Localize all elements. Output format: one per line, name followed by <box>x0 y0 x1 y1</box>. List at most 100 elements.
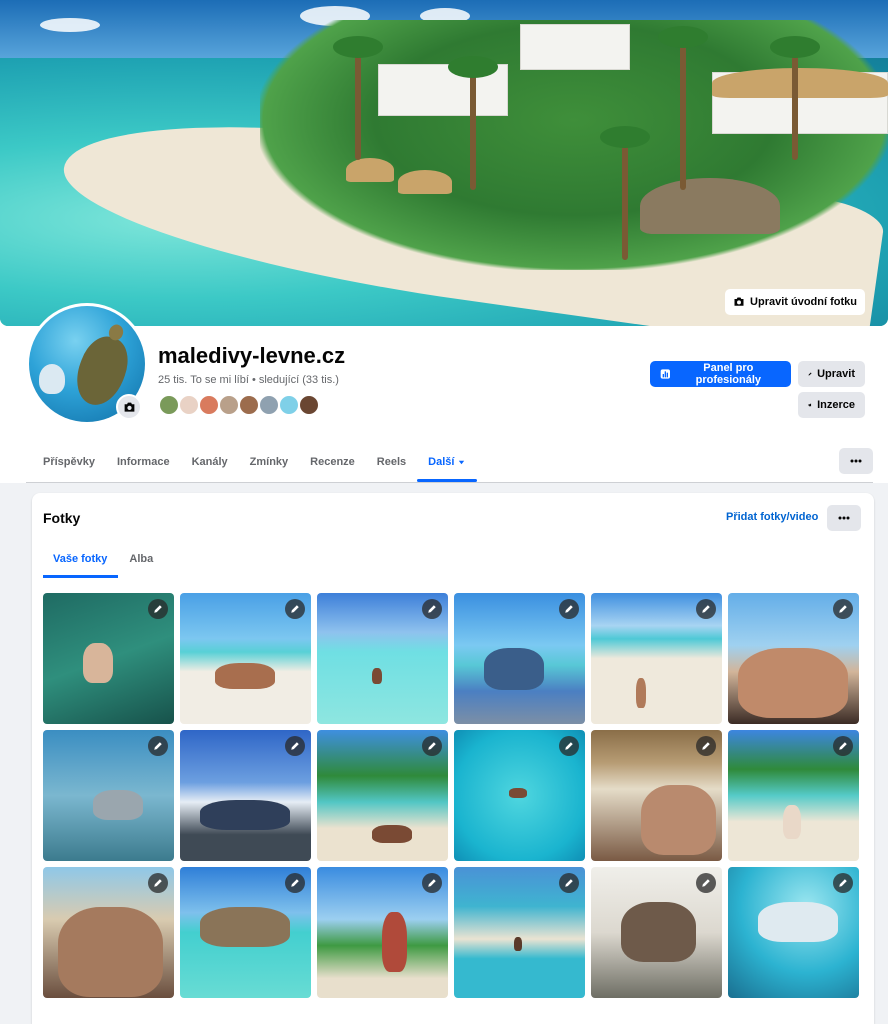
cover-hut <box>346 158 394 182</box>
cover-roof <box>712 68 888 98</box>
cloud <box>40 18 100 32</box>
tab-more[interactable]: Další <box>417 442 478 482</box>
more-dots-icon <box>838 516 850 520</box>
tab-about[interactable]: Informace <box>106 442 181 482</box>
friend-avatar[interactable] <box>298 394 320 416</box>
friend-avatars[interactable] <box>158 394 320 416</box>
edit-photo-button[interactable] <box>148 599 168 619</box>
cover-photo[interactable]: Upravit úvodní fotku <box>0 0 888 326</box>
edit-cover-label: Upravit úvodní fotku <box>750 296 857 308</box>
friend-avatar[interactable] <box>178 394 200 416</box>
photo-tile[interactable] <box>43 867 174 998</box>
photo-subject <box>509 788 527 798</box>
tab-label: Informace <box>116 456 170 468</box>
edit-photo-button[interactable] <box>833 873 853 893</box>
tab-label: Zmínky <box>249 456 289 468</box>
edit-photo-button[interactable] <box>559 736 579 756</box>
edit-photo-button[interactable] <box>559 873 579 893</box>
photo-subject <box>372 825 412 843</box>
photo-subject <box>738 648 848 718</box>
professional-dashboard-button[interactable]: Panel pro profesionály <box>650 361 791 387</box>
friend-avatar[interactable] <box>158 394 180 416</box>
edit-photo-button[interactable] <box>148 736 168 756</box>
tab-mentions[interactable]: Zmínky <box>239 442 300 482</box>
add-photos-link[interactable]: Přidat fotky/video <box>726 511 818 523</box>
photo-subject <box>636 678 646 708</box>
tab-your-photos[interactable]: Vaše fotky <box>43 540 119 578</box>
edit-photo-button[interactable] <box>285 736 305 756</box>
friend-avatar[interactable] <box>278 394 300 416</box>
tab-label: Reels <box>376 456 407 468</box>
edit-cover-button[interactable]: Upravit úvodní fotku <box>725 289 865 315</box>
photos-title[interactable]: Fotky <box>43 510 80 526</box>
edit-photo-button[interactable] <box>285 599 305 619</box>
page-stats[interactable]: 25 tis. To se mi líbí • sledující (33 ti… <box>158 374 339 386</box>
photo-tile[interactable] <box>180 867 311 998</box>
tab-label: Recenze <box>310 456 355 468</box>
photo-tile[interactable] <box>454 730 585 861</box>
photo-tile[interactable] <box>180 593 311 724</box>
photo-subject <box>200 907 290 947</box>
edit-page-button[interactable]: Upravit <box>798 361 865 387</box>
pencil-icon <box>839 742 847 750</box>
friend-avatar[interactable] <box>238 394 260 416</box>
edit-photo-button[interactable] <box>696 599 716 619</box>
caret-down-icon <box>459 460 465 464</box>
pencil-icon <box>565 879 573 887</box>
edit-photo-button[interactable] <box>422 736 442 756</box>
photo-tile[interactable] <box>180 730 311 861</box>
page-title[interactable]: maledivy-levne.cz <box>158 343 345 369</box>
tab-albums[interactable]: Alba <box>118 540 164 578</box>
tabs-more-options-button[interactable] <box>839 448 873 474</box>
professional-dashboard-label: Panel pro profesionály <box>695 362 762 386</box>
cover-building <box>520 24 630 70</box>
edit-photo-button[interactable] <box>696 873 716 893</box>
edit-photo-button[interactable] <box>285 873 305 893</box>
photo-tile[interactable] <box>317 593 448 724</box>
edit-photo-button[interactable] <box>148 873 168 893</box>
edit-photo-button[interactable] <box>833 736 853 756</box>
photo-tile[interactable] <box>317 867 448 998</box>
tab-posts[interactable]: Příspěvky <box>26 442 106 482</box>
edit-photo-button[interactable] <box>696 736 716 756</box>
pencil-icon <box>702 879 710 887</box>
photo-tile[interactable] <box>728 730 859 861</box>
cover-palm <box>658 26 708 190</box>
friend-avatar[interactable] <box>198 394 220 416</box>
pencil-icon <box>565 742 573 750</box>
photo-tile[interactable] <box>317 730 448 861</box>
edit-photo-button[interactable] <box>422 873 442 893</box>
friend-avatar[interactable] <box>218 394 240 416</box>
edit-photo-button[interactable] <box>559 599 579 619</box>
cover-palm <box>600 126 650 260</box>
photos-more-options-button[interactable] <box>827 505 861 531</box>
edit-page-label: Upravit <box>817 368 855 380</box>
photo-tile[interactable] <box>43 593 174 724</box>
photo-subject <box>58 907 163 997</box>
tab-channels[interactable]: Kanály <box>181 442 239 482</box>
photo-tile[interactable] <box>454 593 585 724</box>
update-avatar-button[interactable] <box>116 394 142 420</box>
friend-avatar[interactable] <box>258 394 280 416</box>
pencil-icon <box>839 605 847 613</box>
photo-subject <box>621 902 696 962</box>
photo-tile[interactable] <box>591 730 722 861</box>
tab-label: Kanály <box>191 456 228 468</box>
photo-tile[interactable] <box>728 867 859 998</box>
photo-tile[interactable] <box>43 730 174 861</box>
photo-tile[interactable] <box>728 593 859 724</box>
photo-subject <box>514 937 522 951</box>
edit-photo-button[interactable] <box>422 599 442 619</box>
photo-subject <box>215 663 275 689</box>
photo-sub-tabs: Vaše fotky Alba <box>43 540 164 578</box>
photo-tile[interactable] <box>454 867 585 998</box>
cover-palm <box>448 56 498 190</box>
tab-reels[interactable]: Reels <box>366 442 417 482</box>
pencil-icon <box>428 742 436 750</box>
edit-photo-button[interactable] <box>833 599 853 619</box>
ads-button[interactable]: Inzerce <box>798 392 865 418</box>
photo-tile[interactable] <box>591 867 722 998</box>
tab-reviews[interactable]: Recenze <box>299 442 366 482</box>
photo-tile[interactable] <box>591 593 722 724</box>
photo-subject <box>382 912 407 972</box>
